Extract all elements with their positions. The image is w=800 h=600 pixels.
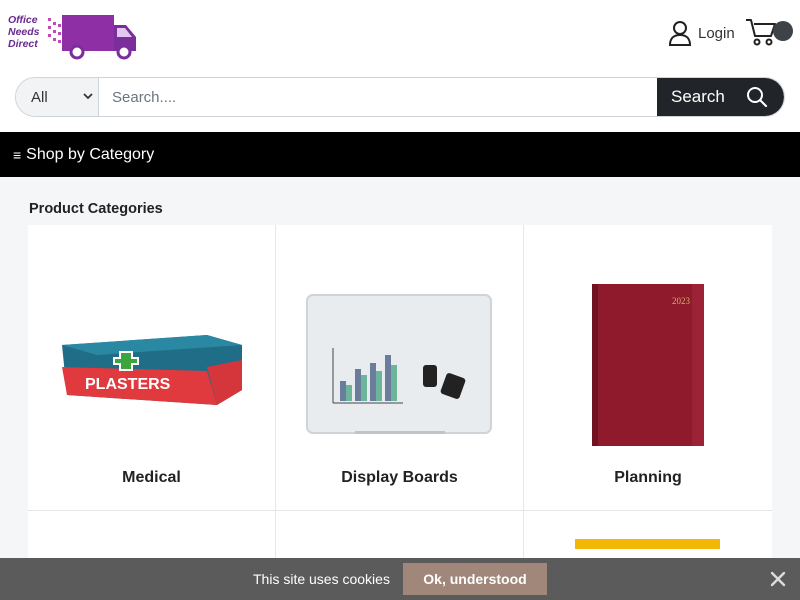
section-title: Product Categories [29,201,163,217]
site-header: Office Needs Direct Login All Search....… [0,0,800,132]
search-button[interactable]: Search [657,78,784,116]
user-icon [668,21,692,46]
search-input[interactable] [99,78,657,116]
category-card-display-boards[interactable]: Display Boards [276,225,524,511]
search-category-select[interactable]: All [16,78,99,116]
category-label: Planning [614,469,682,486]
svg-text:2023: 2023 [672,296,691,306]
category-card-planning[interactable]: 2023 Planning [524,225,772,511]
search-icon [747,87,768,108]
plasters-box-image: PLASTERS [28,275,275,455]
cookie-banner: This site uses cookies Ok, understood [0,558,800,600]
category-grid: PLASTERS Medical Display Boards 2023 Pla… [28,225,772,600]
diary-image: 2023 [524,275,772,455]
close-icon[interactable] [768,569,788,589]
logo-text: Office Needs Direct [8,14,40,50]
shop-by-category-label: Shop by Category [26,145,155,163]
login-link[interactable]: Login [668,20,735,46]
menu-icon: ≡ [13,146,22,163]
delivery-van-icon [48,15,136,60]
category-label: Medical [122,469,181,486]
category-label: Display Boards [341,469,458,486]
cart-button[interactable] [745,17,795,47]
search-bar: All Search [15,77,785,117]
login-label: Login [698,24,735,42]
category-card-medical[interactable]: PLASTERS Medical [28,225,276,511]
shop-by-category-menu[interactable]: ≡ Shop by Category [0,132,800,177]
yellow-product-image [575,539,720,549]
chevron-down-icon [83,93,93,100]
cookie-accept-button[interactable]: Ok, understood [403,563,547,595]
cookie-text: This site uses cookies [253,571,390,587]
svg-text:PLASTERS: PLASTERS [85,376,171,393]
site-logo[interactable]: Office Needs Direct [8,12,136,60]
cart-count-badge [773,21,793,41]
whiteboard-image [276,275,523,455]
search-button-label: Search [671,87,725,106]
search-category-value: All [31,88,48,106]
